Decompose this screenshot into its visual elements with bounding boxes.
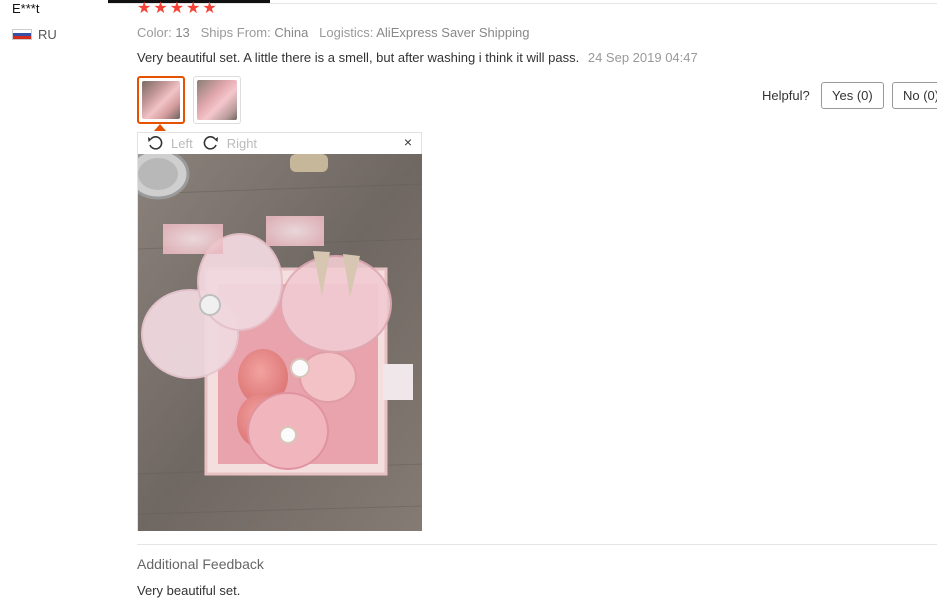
review-photo-thumbnail-1[interactable] <box>137 76 185 124</box>
star-icon: ★ <box>137 0 152 17</box>
section-divider <box>137 544 937 545</box>
country-code: RU <box>38 27 57 42</box>
review-body: Very beautiful set. A little there is a … <box>137 50 698 65</box>
logistics-value: AliExpress Saver Shipping <box>376 25 530 40</box>
star-icon: ★ <box>202 0 217 17</box>
star-icon: ★ <box>186 0 201 17</box>
top-divider <box>108 3 937 4</box>
review-photo <box>138 154 422 531</box>
rotate-right-icon <box>203 136 218 150</box>
star-icon: ★ <box>169 0 185 17</box>
additional-feedback-text: Very beautiful set. <box>137 583 241 598</box>
rotate-right-button[interactable]: Right <box>203 135 257 151</box>
review-photo-thumbnail-2[interactable] <box>193 76 241 124</box>
ships-from-value: China <box>274 25 309 40</box>
order-meta: Color: 13 Ships From: China Logistics: A… <box>137 25 529 40</box>
review-photo-image <box>138 154 422 531</box>
rotate-left-icon <box>148 136 163 150</box>
helpful-no-button[interactable]: No (0) <box>892 82 937 109</box>
review-text: Very beautiful set. A little there is a … <box>137 50 580 65</box>
photo-viewer-toolbar: Left Right × <box>137 132 422 154</box>
user-country: RU <box>12 27 57 42</box>
color-label: Color: <box>137 25 172 40</box>
review-date: 24 Sep 2019 04:47 <box>587 50 698 65</box>
rotate-left-button[interactable]: Left <box>147 135 193 151</box>
additional-feedback-title: Additional Feedback <box>137 556 264 572</box>
active-thumbnail-caret <box>154 124 166 131</box>
close-icon[interactable]: × <box>404 134 412 150</box>
rotate-right-label: Right <box>226 135 258 151</box>
rotate-left-label: Left <box>171 135 193 151</box>
star-icon: ★ <box>153 0 168 17</box>
ships-from-label: Ships From: <box>200 25 271 40</box>
color-value: 13 <box>175 25 190 40</box>
user-name: E***t <box>12 1 40 16</box>
helpful-label: Helpful? <box>762 88 810 103</box>
star-rating: ★ ★ ★ ★ ★ <box>137 0 217 18</box>
helpful-yes-button[interactable]: Yes (0) <box>821 82 884 109</box>
logistics-label: Logistics: <box>319 25 374 40</box>
russia-flag-icon <box>12 29 32 40</box>
